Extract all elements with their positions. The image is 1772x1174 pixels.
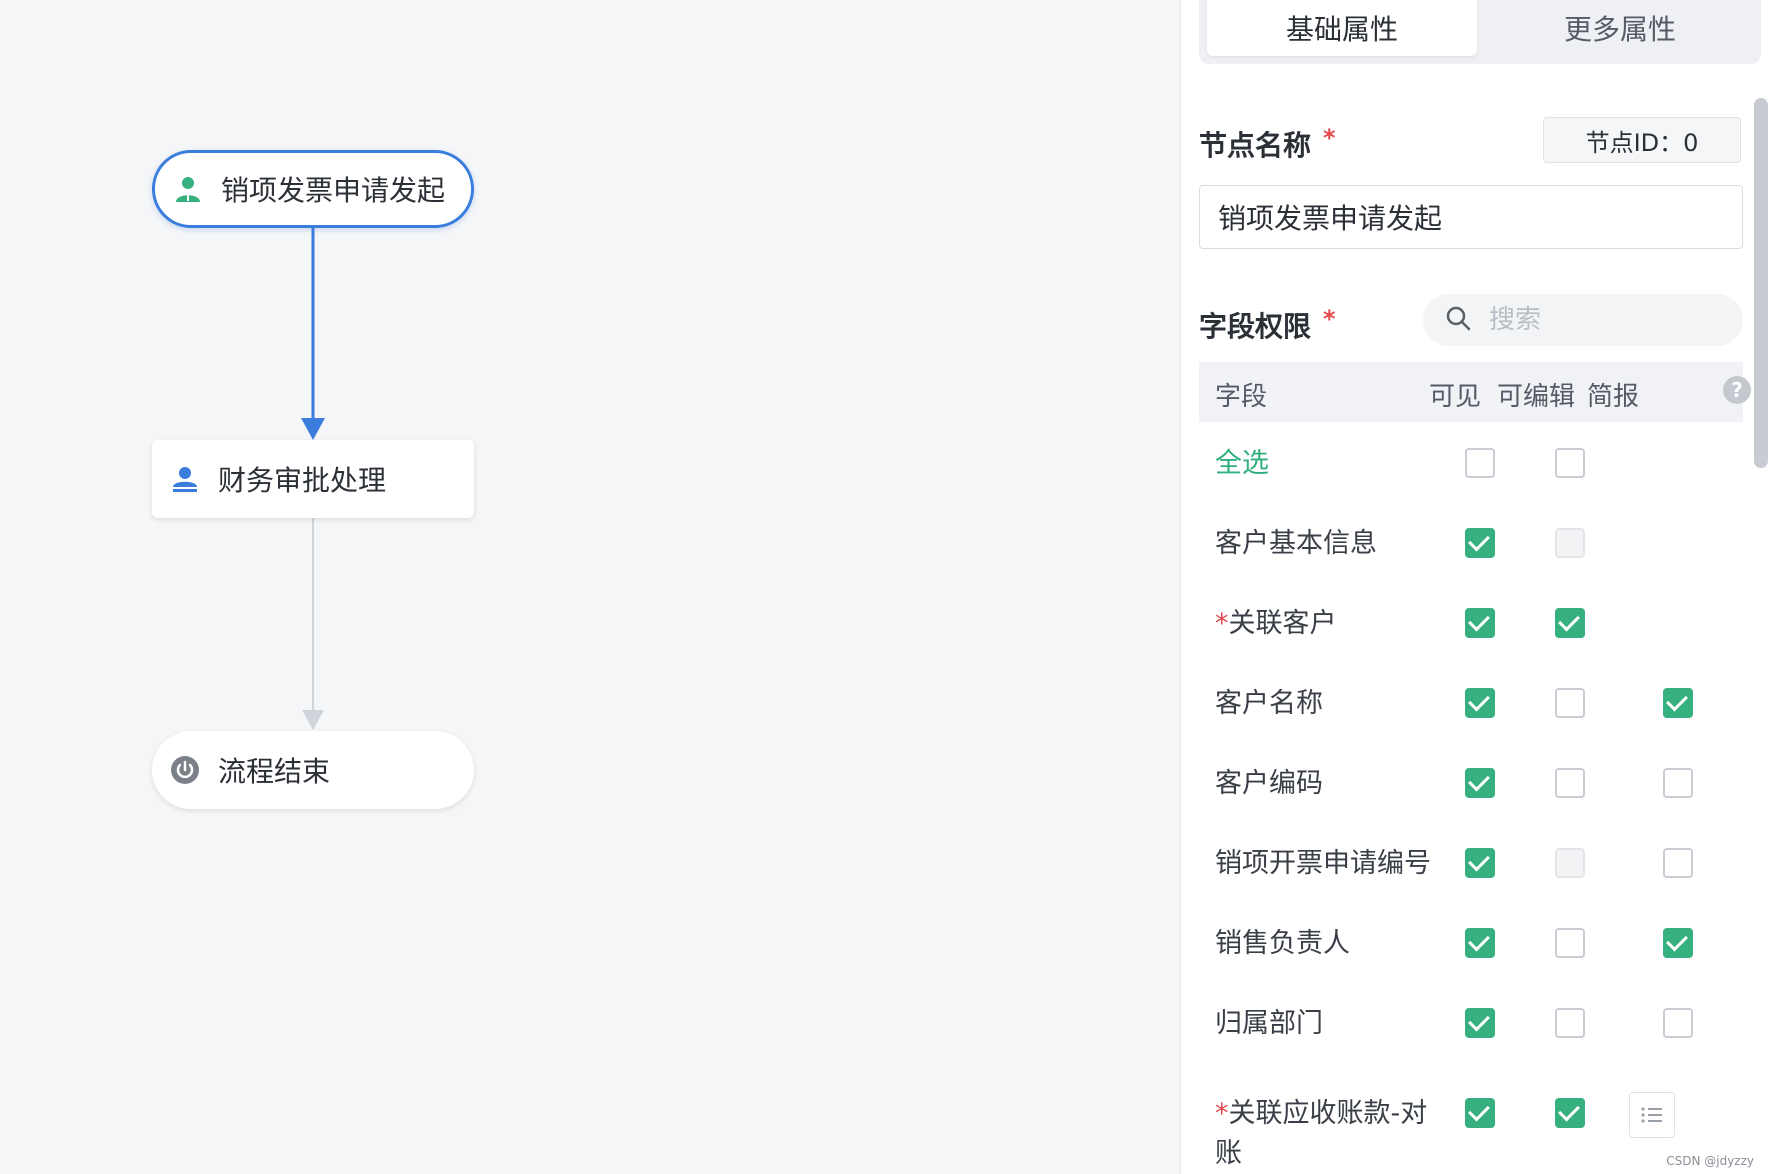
visible-checkbox[interactable] xyxy=(1465,528,1495,558)
column-visible: 可见 xyxy=(1429,382,1482,412)
visible-checkbox[interactable] xyxy=(1465,608,1495,638)
column-field: 字段 xyxy=(1215,382,1268,412)
field-name-text: 客户编码 xyxy=(1215,768,1323,799)
select-all-editable-checkbox[interactable] xyxy=(1555,448,1585,478)
field-search-box[interactable] xyxy=(1423,294,1743,346)
permission-table-header: 字段 可见 可编辑 简报 ? xyxy=(1199,362,1751,422)
field-name-text: 销售负责人 xyxy=(1215,928,1350,959)
power-icon xyxy=(170,755,200,785)
field-row: *关联客户 xyxy=(1199,582,1743,662)
property-tabs: 基础属性 更多属性 xyxy=(1199,0,1761,64)
flow-node-label: 财务审批处理 xyxy=(218,464,387,497)
brief-checkbox[interactable] xyxy=(1663,1008,1693,1038)
editable-checkbox xyxy=(1555,848,1585,878)
field-name: 客户名称 xyxy=(1215,684,1445,724)
node-id-badge: 节点ID：0 xyxy=(1543,117,1741,163)
required-mark: * xyxy=(1323,305,1336,333)
field-row: 客户编码 xyxy=(1199,742,1743,822)
initiator-person-icon xyxy=(173,174,203,204)
editable-checkbox xyxy=(1555,528,1585,558)
field-name-text: 关联应收账款-对账 xyxy=(1215,1098,1428,1169)
editable-checkbox[interactable] xyxy=(1555,1008,1585,1038)
select-all-row: 全选 xyxy=(1199,422,1743,502)
editable-checkbox[interactable] xyxy=(1555,608,1585,638)
field-name-text: 客户名称 xyxy=(1215,688,1323,719)
tab-more-properties[interactable]: 更多属性 xyxy=(1485,0,1755,56)
column-brief: 简报 xyxy=(1587,382,1640,412)
field-row: *关联应收账款-对账 xyxy=(1199,1072,1743,1169)
field-row: 归属部门 xyxy=(1199,982,1743,1062)
editable-checkbox[interactable] xyxy=(1555,928,1585,958)
field-name: 归属部门 xyxy=(1215,1004,1445,1044)
required-mark: * xyxy=(1215,608,1229,639)
node-name-input[interactable] xyxy=(1199,185,1743,249)
field-name: 客户基本信息 xyxy=(1215,524,1445,564)
field-permission-label-text: 字段权限 xyxy=(1199,310,1312,343)
column-editable: 可编辑 xyxy=(1497,382,1576,412)
field-row: 销售负责人 xyxy=(1199,902,1743,982)
field-name-text: 客户基本信息 xyxy=(1215,528,1377,559)
field-name: *关联客户 xyxy=(1215,604,1445,644)
help-icon[interactable]: ? xyxy=(1723,376,1751,404)
tab-basic-properties[interactable]: 基础属性 xyxy=(1207,0,1477,56)
watermark: CSDN @jdyzzy xyxy=(1666,1154,1754,1168)
properties-panel: 基础属性 更多属性 节点名称 * 节点ID：0 字段权限 * 字段 可见 可编辑 简… xyxy=(1180,0,1772,1174)
flow-node-start[interactable]: 销项发票申请发起 xyxy=(152,150,474,228)
brief-checkbox[interactable] xyxy=(1663,768,1693,798)
visible-checkbox[interactable] xyxy=(1465,1098,1495,1128)
required-mark: * xyxy=(1323,124,1336,152)
field-row: 客户名称 xyxy=(1199,662,1743,742)
visible-checkbox[interactable] xyxy=(1465,1008,1495,1038)
brief-checkbox[interactable] xyxy=(1663,928,1693,958)
field-name: 销项开票申请编号 xyxy=(1215,844,1445,884)
field-name-text: 销项开票申请编号 xyxy=(1215,848,1431,879)
field-name-text: 归属部门 xyxy=(1215,1008,1323,1039)
editable-checkbox[interactable] xyxy=(1555,768,1585,798)
panel-scrollbar[interactable] xyxy=(1754,98,1768,468)
approver-person-icon xyxy=(170,464,200,494)
editable-checkbox[interactable] xyxy=(1555,688,1585,718)
visible-checkbox[interactable] xyxy=(1465,688,1495,718)
flow-node-label: 销项发票申请发起 xyxy=(221,174,446,207)
arrow-head-grey xyxy=(302,710,324,730)
node-name-label-text: 节点名称 xyxy=(1199,129,1312,162)
flow-node-label: 流程结束 xyxy=(218,755,331,788)
field-row: 客户基本信息 xyxy=(1199,502,1743,582)
field-name: *关联应收账款-对账 xyxy=(1215,1094,1445,1174)
editable-checkbox[interactable] xyxy=(1555,1098,1585,1128)
search-icon xyxy=(1445,305,1471,335)
brief-checkbox[interactable] xyxy=(1663,688,1693,718)
flow-node-end[interactable]: 流程结束 xyxy=(152,731,474,809)
node-name-label: 节点名称 * xyxy=(1199,124,1336,164)
field-search-input[interactable] xyxy=(1487,304,1721,336)
flow-canvas[interactable]: 销项发票申请发起 财务审批处理 流程结束 xyxy=(0,0,1180,1174)
select-all-label[interactable]: 全选 xyxy=(1215,444,1445,484)
field-name-text: 关联客户 xyxy=(1228,608,1337,639)
field-row: 销项开票申请编号 xyxy=(1199,822,1743,902)
field-name: 销售负责人 xyxy=(1215,924,1445,964)
arrow-head-blue xyxy=(301,418,325,440)
list-icon[interactable] xyxy=(1629,1092,1675,1138)
visible-checkbox[interactable] xyxy=(1465,848,1495,878)
brief-checkbox[interactable] xyxy=(1663,848,1693,878)
visible-checkbox[interactable] xyxy=(1465,928,1495,958)
required-mark: * xyxy=(1215,1098,1229,1129)
field-permission-label: 字段权限 * xyxy=(1199,305,1336,345)
flow-node-approve[interactable]: 财务审批处理 xyxy=(152,440,474,518)
select-all-visible-checkbox[interactable] xyxy=(1465,448,1495,478)
field-name: 客户编码 xyxy=(1215,764,1445,804)
visible-checkbox[interactable] xyxy=(1465,768,1495,798)
